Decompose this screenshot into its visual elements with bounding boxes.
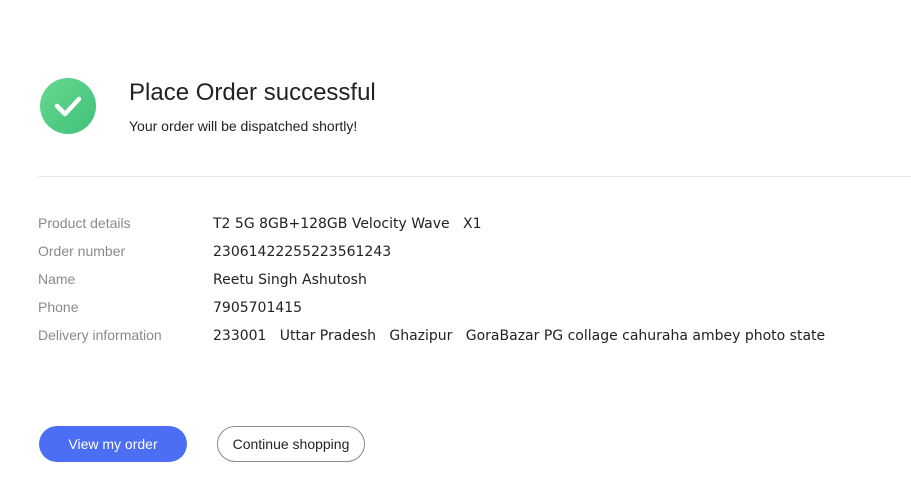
detail-row-order-number: Order number 23061422255223561243: [38, 238, 825, 266]
product-details-label: Product details: [38, 215, 131, 231]
view-my-order-button[interactable]: View my order: [39, 426, 187, 462]
phone-value: 7905701415: [213, 300, 303, 316]
success-header: Place Order successful Your order will b…: [40, 78, 376, 135]
order-number-label: Order number: [38, 243, 126, 259]
header-text: Place Order successful Your order will b…: [129, 78, 376, 135]
detail-row-delivery: Delivery information 233001 Uttar Prades…: [38, 322, 825, 350]
divider: [38, 176, 911, 177]
delivery-information-value: 233001 Uttar Pradesh Ghazipur GoraBazar …: [213, 328, 826, 344]
name-value: Reetu Singh Ashutosh: [213, 272, 367, 288]
delivery-information-label: Delivery information: [38, 327, 162, 343]
phone-label: Phone: [38, 299, 79, 315]
product-details-value: T2 5G 8GB+128GB Velocity Wave X1: [213, 216, 482, 232]
check-circle-icon: [40, 78, 96, 134]
page-title: Place Order successful: [129, 79, 376, 106]
detail-row-name: Name Reetu Singh Ashutosh: [38, 266, 825, 294]
order-details: Product details T2 5G 8GB+128GB Velocity…: [38, 210, 825, 350]
checkmark-icon: [54, 96, 82, 117]
detail-row-phone: Phone 7905701415: [38, 294, 825, 322]
continue-shopping-button[interactable]: Continue shopping: [217, 426, 365, 462]
detail-row-product: Product details T2 5G 8GB+128GB Velocity…: [38, 210, 825, 238]
page-subtitle: Your order will be dispatched shortly!: [129, 118, 358, 134]
name-label: Name: [38, 271, 76, 287]
order-number-value: 23061422255223561243: [213, 244, 392, 260]
